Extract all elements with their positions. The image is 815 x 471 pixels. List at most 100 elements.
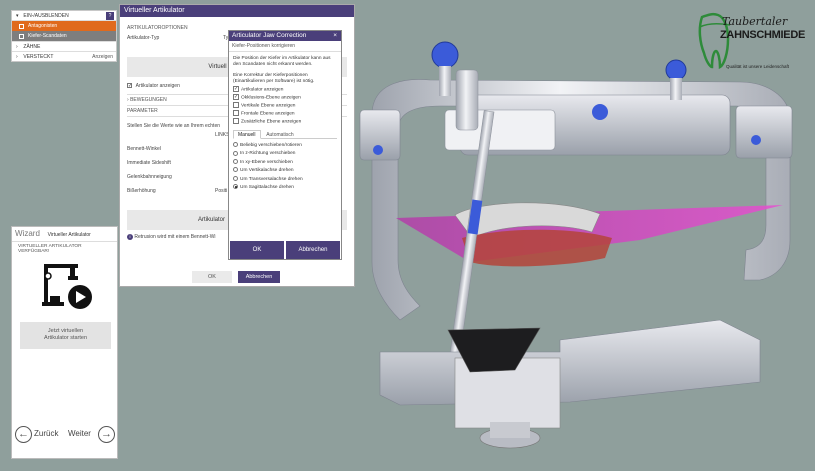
wizard-header: Wizard Virtueller Artikulator — [12, 227, 117, 241]
close-icon[interactable]: × — [333, 31, 337, 41]
logo-tagline: Qualität ist unsere Leidenschaft — [726, 64, 790, 69]
radio-icon[interactable] — [233, 142, 238, 148]
movement-radio-row[interactable]: Um Vertikalachse drehen — [229, 167, 341, 175]
tree-head-show-hide[interactable]: ▾ EIN-/AUSBLENDEN ? — [12, 11, 116, 21]
articulator-type-label: Artikulator-Typ — [127, 35, 160, 41]
start-virtual-articulator-button[interactable]: Jetzt virtuellen Artikulator starten — [20, 322, 111, 349]
cancel-button[interactable]: Abbrechen — [238, 271, 280, 283]
movement-radio-row[interactable]: Beliebig verschieben/rotieren — [229, 142, 341, 150]
checkbox-icon[interactable] — [19, 34, 24, 39]
jaw-correction-dialog: Articulator Jaw Correction × Kiefer-Posi… — [228, 30, 342, 260]
option-checkbox-label: Zusätzliche Ebene anzeigen — [241, 119, 302, 125]
info-paragraph-1: Die Position der Kiefer im Artikulator k… — [233, 56, 331, 67]
checkbox-icon[interactable]: ✓ — [233, 86, 239, 92]
checkbox-icon[interactable] — [19, 24, 24, 29]
articulator-wizard-icon — [42, 264, 92, 309]
checkbox-icon[interactable] — [233, 110, 239, 116]
dialog-title: Articulator Jaw Correction × — [229, 31, 341, 41]
radio-icon[interactable] — [233, 150, 238, 156]
knob-icon[interactable] — [431, 41, 459, 69]
articulator-post — [439, 66, 451, 96]
show-articulator-checkbox-label: Artikulator anzeigen — [135, 83, 180, 90]
base-stem — [490, 422, 530, 438]
checkbox-icon[interactable] — [233, 102, 239, 108]
option-checkbox-row[interactable]: Zusätzliche Ebene anzeigen — [229, 118, 341, 126]
tree-item-label: Antagonisten — [28, 23, 58, 29]
dialog-title-text: Articulator Jaw Correction — [232, 32, 307, 39]
incisal-pin-top — [455, 69, 479, 131]
wizard-status: VIRTUELLER ARTIKULATOR VERFÜGBAR! — [18, 244, 82, 254]
chevron-down-icon: ▾ — [16, 13, 19, 19]
back-arrow-icon[interactable]: ← — [15, 426, 32, 443]
movement-radio-label: In z-Richtung verschieben — [240, 151, 296, 157]
tree-item-label: Kiefer-Scandaten — [28, 33, 67, 39]
articulator-lower-frame — [379, 319, 761, 406]
visibility-tree-panel: ▾ EIN-/AUSBLENDEN ? Antagonisten Kiefer-… — [11, 10, 117, 62]
ok-button[interactable]: OK — [192, 271, 232, 283]
cancel-button[interactable]: Abbrechen — [286, 241, 340, 259]
option-checkbox-row[interactable]: Frontale Ebene anzeigen — [229, 110, 341, 118]
radio-icon[interactable] — [233, 175, 238, 181]
checkbox-icon[interactable] — [233, 118, 239, 124]
articulator-button-label: Artikulator — [197, 217, 225, 224]
dialog-title: Virtueller Artikulator — [120, 5, 354, 17]
chevron-right-icon: › — [16, 54, 18, 60]
section-movements-label: BEWEGUNGEN — [130, 97, 167, 104]
tree-row-label: VERSTECKT — [23, 54, 54, 60]
option-checkbox-label: Artikulator anzeigen — [241, 87, 284, 93]
movement-radio-row[interactable]: Um Transversalachse drehen — [229, 175, 341, 184]
checkbox-icon[interactable]: ✓ — [233, 94, 239, 100]
option-checkbox-row[interactable]: ✓ Okklusions-Ebene anzeigen — [229, 94, 341, 102]
lower-jaw-model — [462, 229, 612, 267]
option-checkbox-row[interactable]: ✓ Artikulator anzeigen — [229, 86, 341, 94]
start-button-line-1: Jetzt virtuellen — [47, 328, 84, 334]
articulator-condylar-box-right — [735, 105, 793, 159]
knob-icon[interactable] — [665, 59, 687, 81]
radio-icon[interactable] — [233, 184, 238, 190]
info-icon: i — [127, 234, 133, 241]
option-checkbox-row[interactable]: Vertikale Ebene anzeigen — [229, 102, 341, 110]
option-checkbox-label: Vertikale Ebene anzeigen — [241, 103, 296, 109]
tree-row-teeth[interactable]: › ZÄHNE — [12, 41, 116, 51]
info-paragraph-2: Eine Korrektur der Kieferpositionen (Ein… — [233, 73, 315, 84]
option-checkbox-label: Frontale Ebene anzeigen — [241, 111, 295, 117]
radio-icon[interactable] — [233, 167, 238, 173]
knob-icon[interactable] — [751, 135, 761, 145]
articulator-post — [670, 78, 682, 100]
wizard-navigation: ← Zurück Weiter → — [12, 426, 117, 444]
movement-radio-row[interactable]: Um Sagittalachse drehen — [229, 184, 341, 192]
movement-radio-row[interactable]: In xy-Ebene verschieben — [229, 159, 341, 167]
wizard-title: Wizard — [15, 229, 40, 238]
knob-icon[interactable] — [373, 145, 383, 155]
dialog-subtitle: Kiefer-Positionen korrigieren — [232, 43, 296, 49]
ok-button[interactable]: OK — [230, 241, 284, 259]
logo-line-1: Taubertaler — [722, 15, 788, 28]
company-logo: Taubertaler ZAHNSCHMIEDE Qualität ist un… — [696, 7, 805, 73]
tree-row-hidden[interactable]: › VERSTECKT Anzeigen — [12, 51, 116, 61]
movement-radio-label: In xy-Ebene verschieben — [240, 159, 293, 165]
mode-tabs: Manuell Automatisch — [233, 130, 337, 139]
movement-radio-row[interactable]: In z-Richtung verschieben — [229, 150, 341, 158]
help-icon[interactable]: ? — [106, 12, 114, 20]
movement-radio-label: Um Sagittalachse drehen — [240, 184, 294, 190]
tab-manual[interactable]: Manuell — [233, 130, 261, 139]
start-button-line-2: Artikulator starten — [43, 335, 88, 341]
checkbox-icon[interactable]: ✓ — [127, 83, 132, 89]
next-arrow-icon[interactable]: → — [98, 426, 115, 443]
logo-line-2: ZAHNSCHMIEDE — [720, 29, 806, 41]
tree-item-jaw-scandata[interactable]: Kiefer-Scandaten — [12, 31, 116, 41]
position-field[interactable]: Positi — [215, 188, 227, 194]
tree-row-label: ZÄHNE — [23, 44, 41, 50]
tab-automatic[interactable]: Automatisch — [262, 131, 298, 140]
radio-icon[interactable] — [233, 159, 238, 165]
tree-head-label: EIN-/AUSBLENDEN — [23, 13, 69, 19]
next-button[interactable]: Weiter — [68, 429, 91, 438]
movement-radio-label: Beliebig verschieben/rotieren — [240, 143, 302, 148]
show-link[interactable]: Anzeigen — [92, 52, 113, 62]
back-button[interactable]: Zurück — [34, 429, 58, 438]
wizard-subtitle: Virtueller Artikulator — [47, 232, 91, 238]
knob-icon[interactable] — [592, 104, 608, 120]
movement-radio-label: Um Transversalachse drehen — [240, 176, 303, 182]
tree-item-antagonists[interactable]: Antagonisten — [12, 21, 116, 31]
option-checkbox-label: Okklusions-Ebene anzeigen — [241, 95, 301, 101]
